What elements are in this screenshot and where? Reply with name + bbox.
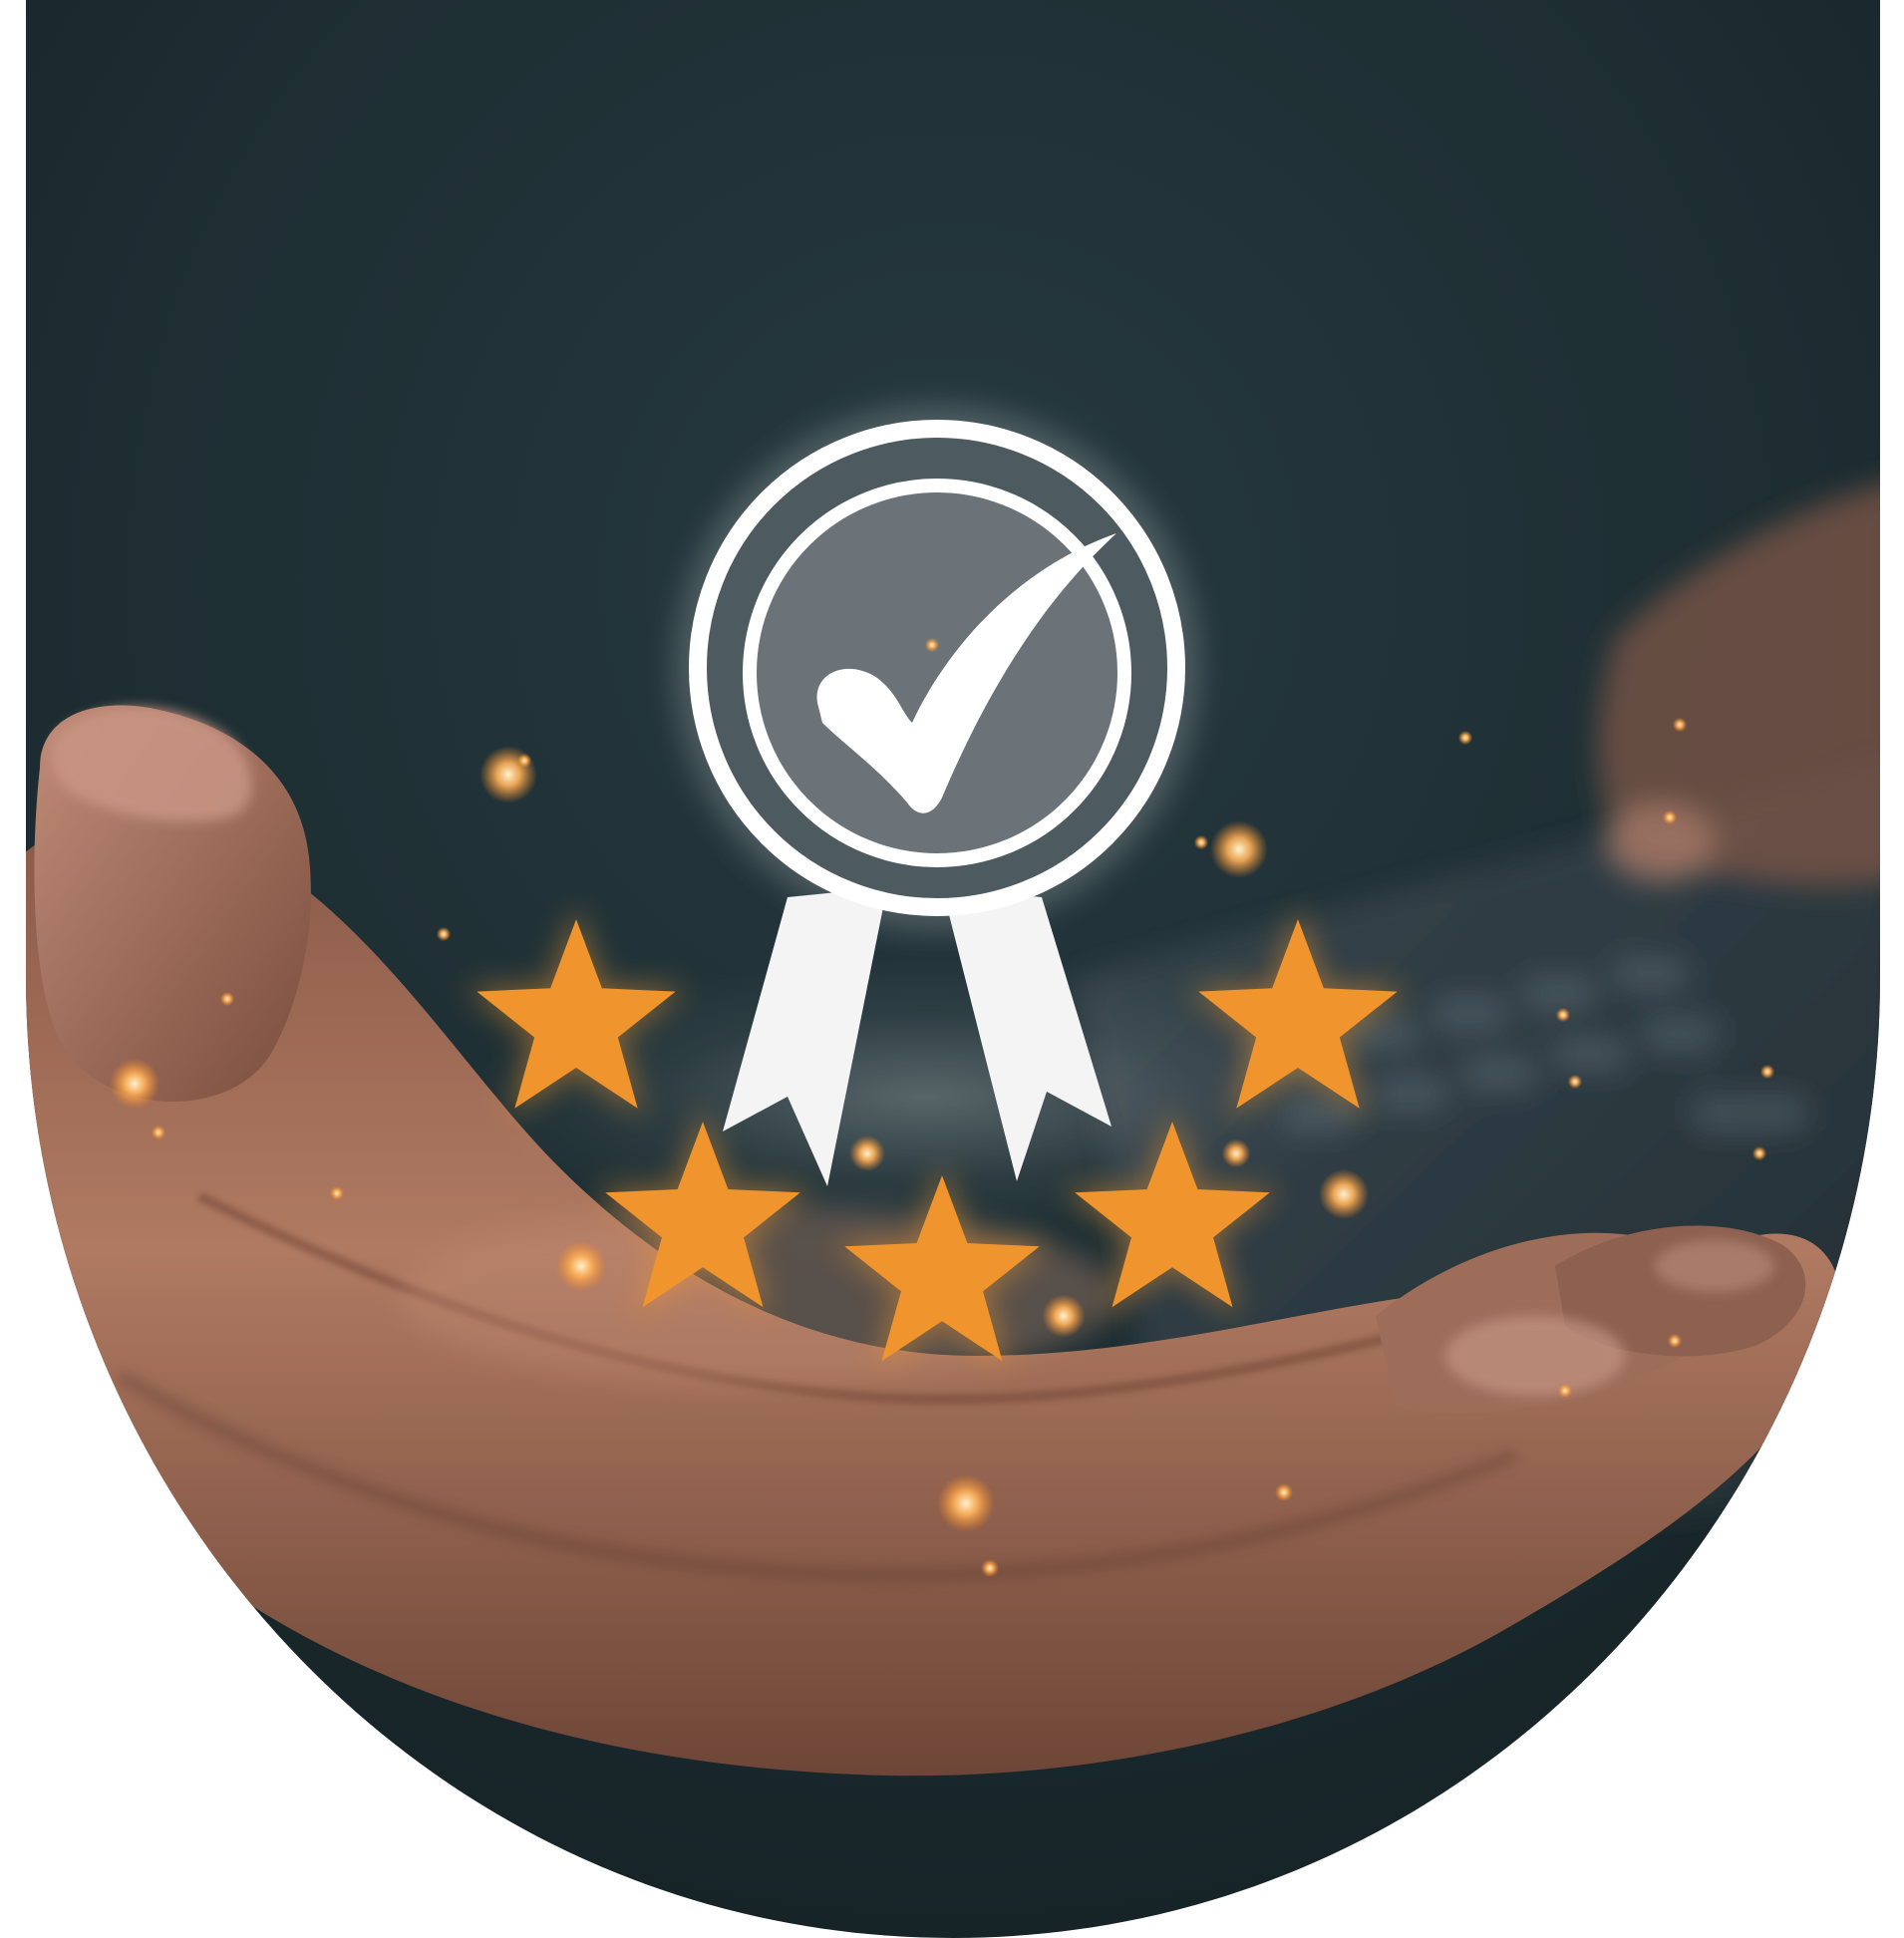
sparkle-dot: [1210, 820, 1268, 878]
sparkle-dot: [981, 1559, 999, 1577]
sparkle-dot: [1751, 1145, 1767, 1161]
sparkle-dot: [1759, 1064, 1775, 1080]
photo-scene: [0, 0, 1904, 1938]
sparkle-dot: [924, 637, 940, 653]
sparkle-dot: [151, 1125, 166, 1140]
sparkle-dot: [1662, 809, 1678, 825]
sparkle-dot: [1567, 1074, 1583, 1090]
sparkle-dot: [1275, 1483, 1293, 1501]
sparkle-dot: [937, 1474, 995, 1532]
sparkle-dot: [1318, 1168, 1370, 1220]
sparkle-dot: [555, 1240, 607, 1292]
sparkle-dot: [516, 753, 532, 769]
sparkle-dot: [479, 746, 537, 804]
sparkle-dot: [1672, 717, 1688, 733]
sparkle-dot: [1193, 834, 1209, 850]
sparkle-dot: [1555, 1007, 1571, 1023]
sparkle-dot: [436, 926, 452, 942]
sparkle-dot: [849, 1135, 885, 1171]
sparkle-dot: [329, 1185, 345, 1201]
sparkle-dot: [109, 1058, 160, 1110]
sparkle-dot: [1667, 1333, 1683, 1349]
sparkle-dot: [1042, 1294, 1086, 1338]
sparkle-dot: [1457, 730, 1473, 746]
sparkle-dot: [1221, 1138, 1251, 1168]
sparkle-dot: [219, 991, 235, 1007]
sparkle-dot: [1557, 1383, 1573, 1399]
